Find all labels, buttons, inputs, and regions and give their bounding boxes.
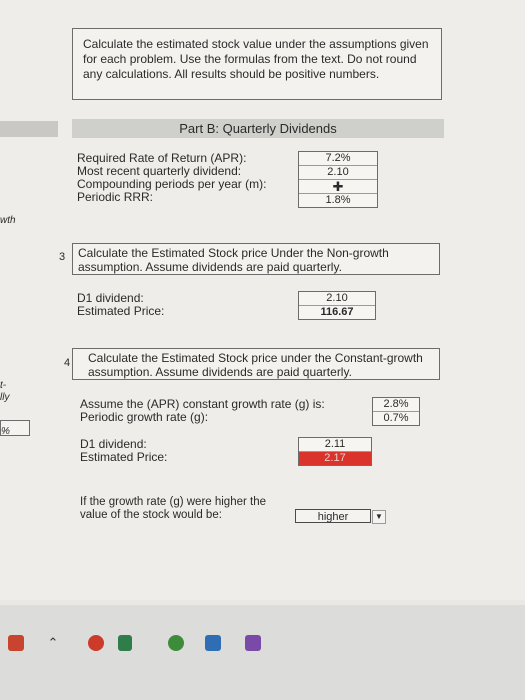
- growth-cell[interactable]: 0.7%: [373, 412, 419, 425]
- price-label: Estimated Price:: [77, 304, 165, 318]
- d1-cell[interactable]: 2.10: [299, 292, 375, 306]
- left-edge-cell: %: [0, 420, 30, 437]
- problem3-labels: D1 dividend: Estimated Price:: [77, 292, 164, 318]
- problem4-values: 2.11 2.17: [298, 437, 372, 466]
- cell-cursor-icon: ✚: [332, 179, 344, 194]
- excel-icon[interactable]: [118, 635, 132, 651]
- problem4-title-box: Calculate the Estimated Stock price unde…: [72, 348, 440, 380]
- left-edge-text: wth: [0, 215, 16, 226]
- left-band: [0, 121, 58, 137]
- problem4-labels: D1 dividend: Estimated Price:: [80, 438, 167, 464]
- answer-value: higher: [317, 511, 349, 523]
- input-label: Periodic RRR:: [77, 190, 154, 204]
- price-cell[interactable]: 116.67: [299, 306, 375, 319]
- growth-question: If the growth rate (g) were higher the v…: [80, 496, 267, 521]
- dropdown-arrow-icon[interactable]: ▼: [372, 510, 386, 524]
- left-edge-text: %: [1, 426, 10, 437]
- app-icon[interactable]: [245, 635, 261, 651]
- instructions-text: Calculate the estimated stock value unde…: [83, 37, 429, 81]
- input-cell[interactable]: ✚: [299, 180, 377, 194]
- left-edge-text: t-: [0, 380, 7, 391]
- d1-cell[interactable]: 2.11: [299, 438, 371, 452]
- chevron-up-icon[interactable]: ⌃: [45, 635, 61, 651]
- input-cell[interactable]: 7.2%: [299, 152, 377, 166]
- answer-dropdown-cell[interactable]: higher: [295, 509, 371, 523]
- problem3-title-box: Calculate the Estimated Stock price Unde…: [72, 243, 440, 275]
- growth-labels: Assume the (APR) constant growth rate (g…: [80, 398, 325, 424]
- price-cell-error[interactable]: 2.17: [299, 452, 371, 465]
- problem3-values: 2.10 116.67: [298, 291, 376, 320]
- price-label: Estimated Price:: [80, 450, 168, 464]
- growth-label: Periodic growth rate (g):: [80, 410, 209, 424]
- chrome-icon[interactable]: [168, 635, 184, 651]
- inputs-labels: Required Rate of Return (APR): Most rece…: [77, 152, 266, 204]
- inputs-values: 7.2% 2.10 ✚ 1.8%: [298, 151, 378, 208]
- input-cell[interactable]: 1.8%: [299, 194, 377, 207]
- growth-values: 2.8% 0.7%: [372, 397, 420, 426]
- growth-cell[interactable]: 2.8%: [373, 398, 419, 412]
- instructions-box: Calculate the estimated stock value unde…: [72, 28, 442, 100]
- part-title: Part B: Quarterly Dividends: [72, 119, 444, 138]
- taskbar: [0, 605, 525, 700]
- app-icon[interactable]: [8, 635, 24, 651]
- chrome-icon[interactable]: [88, 635, 104, 651]
- problem-number: 3: [58, 251, 66, 263]
- problem3-title: Calculate the Estimated Stock price Unde…: [78, 246, 389, 274]
- problem4-title: Calculate the Estimated Stock price unde…: [88, 351, 423, 379]
- outlook-icon[interactable]: [205, 635, 221, 651]
- left-edge-text: lly: [0, 392, 10, 403]
- input-cell[interactable]: 2.10: [299, 166, 377, 180]
